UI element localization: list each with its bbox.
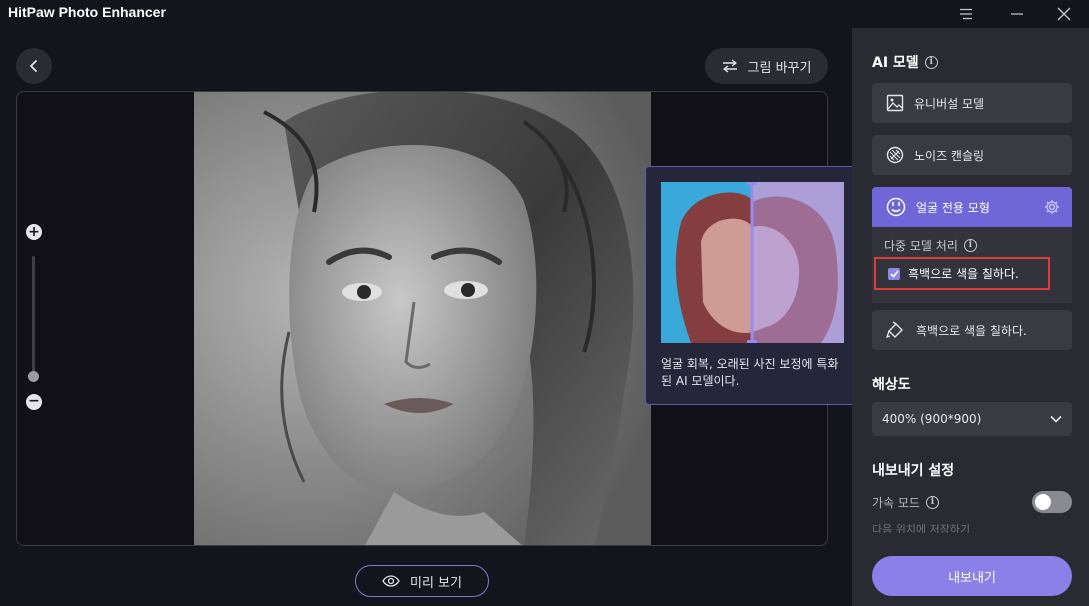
resolution-select[interactable]: 400% (900*900) — [872, 402, 1072, 436]
face-model-tooltip: 얼굴 회복, 오래된 사진 보정에 특화된 AI 모델이다. — [645, 166, 859, 405]
minimize-icon[interactable] — [997, 0, 1037, 28]
chevron-down-icon — [1050, 415, 1062, 423]
model-face[interactable]: 얼굴 전용 모형 — [872, 187, 1072, 227]
save-location-label: 다음 위치에 저장하기 — [872, 523, 971, 533]
preview-button-label: 미리 보기 — [410, 575, 462, 591]
image-icon — [886, 94, 904, 112]
colorize-checkbox-label: 흑백으로 색을 칠하다. — [908, 267, 1019, 281]
acceleration-row: 가속 모드 i — [872, 490, 1072, 514]
acceleration-toggle[interactable] — [1032, 491, 1072, 513]
model-colorize-label: 흑백으로 색을 칠하다. — [916, 323, 1027, 338]
model-noise-cancel-label: 노이즈 캔슬링 — [914, 148, 985, 163]
resolution-title-text: 해상도 — [872, 377, 911, 393]
hamburger-icon[interactable] — [946, 0, 986, 28]
info-icon[interactable]: i — [924, 55, 938, 69]
model-universal[interactable]: 유니버설 모델 — [872, 83, 1072, 123]
export-button[interactable]: 내보내기 — [872, 556, 1072, 596]
gear-icon[interactable] — [1044, 199, 1060, 215]
model-face-label: 얼굴 전용 모형 — [916, 200, 990, 215]
zoom-in-button[interactable]: + — [26, 224, 42, 240]
multi-model-row: 다중 모델 처리 i — [884, 237, 977, 254]
swap-image-button[interactable]: 그림 바꾸기 — [705, 48, 828, 84]
app-title: HitPaw Photo Enhancer — [8, 4, 166, 20]
resolution-title: 해상도 — [872, 374, 911, 394]
zoom-slider-track[interactable] — [32, 256, 35, 381]
acceleration-label-group: 가속 모드 i — [872, 494, 939, 511]
face-model-options: 다중 모델 처리 i 흑백으로 색을 칠하다. — [872, 227, 1072, 303]
acceleration-label: 가속 모드 — [872, 495, 920, 510]
swap-arrows-icon — [722, 59, 737, 73]
resolution-value: 400% (900*900) — [882, 412, 982, 426]
export-settings-title-text: 내보내기 설정 — [872, 463, 955, 479]
multi-model-label: 다중 모델 처리 — [884, 239, 958, 253]
info-icon[interactable]: i — [963, 239, 977, 252]
paint-bucket-icon — [886, 321, 903, 339]
title-bar: HitPaw Photo Enhancer — [0, 0, 1089, 28]
export-settings-title: 내보내기 설정 — [872, 460, 954, 480]
face-icon — [886, 197, 906, 217]
colorize-checkbox-row[interactable]: 흑백으로 색을 칠하다. — [874, 257, 1050, 290]
side-panel: AI 모델 i 유니버설 모델 노이즈 캔슬링 얼굴 전용 모형 다중 모델 처… — [852, 28, 1089, 606]
info-icon[interactable]: i — [925, 495, 939, 509]
model-universal-label: 유니버설 모델 — [914, 96, 985, 111]
close-icon[interactable] — [1044, 0, 1084, 28]
zoom-out-button[interactable]: − — [26, 394, 42, 410]
back-button[interactable] — [16, 48, 52, 84]
toggle-knob — [1035, 494, 1051, 510]
portrait-photo — [194, 92, 651, 545]
zoom-slider-thumb[interactable] — [28, 371, 39, 382]
colorize-checkbox[interactable] — [888, 267, 900, 280]
ai-model-title: AI 모델 i — [872, 52, 938, 72]
model-colorize[interactable]: 흑백으로 색을 칠하다. — [872, 310, 1072, 350]
preview-button[interactable]: 미리 보기 — [355, 565, 489, 597]
model-noise-cancel[interactable]: 노이즈 캔슬링 — [872, 135, 1072, 175]
chevron-left-icon — [30, 60, 37, 72]
swap-button-label: 그림 바꾸기 — [747, 60, 812, 76]
before-after-preview — [661, 182, 844, 343]
ai-model-title-text: AI 모델 — [872, 55, 919, 71]
eye-icon — [382, 575, 400, 587]
noise-icon — [886, 146, 904, 164]
tooltip-description: 얼굴 회복, 오래된 사진 보정에 특화된 AI 모델이다. — [661, 357, 839, 388]
